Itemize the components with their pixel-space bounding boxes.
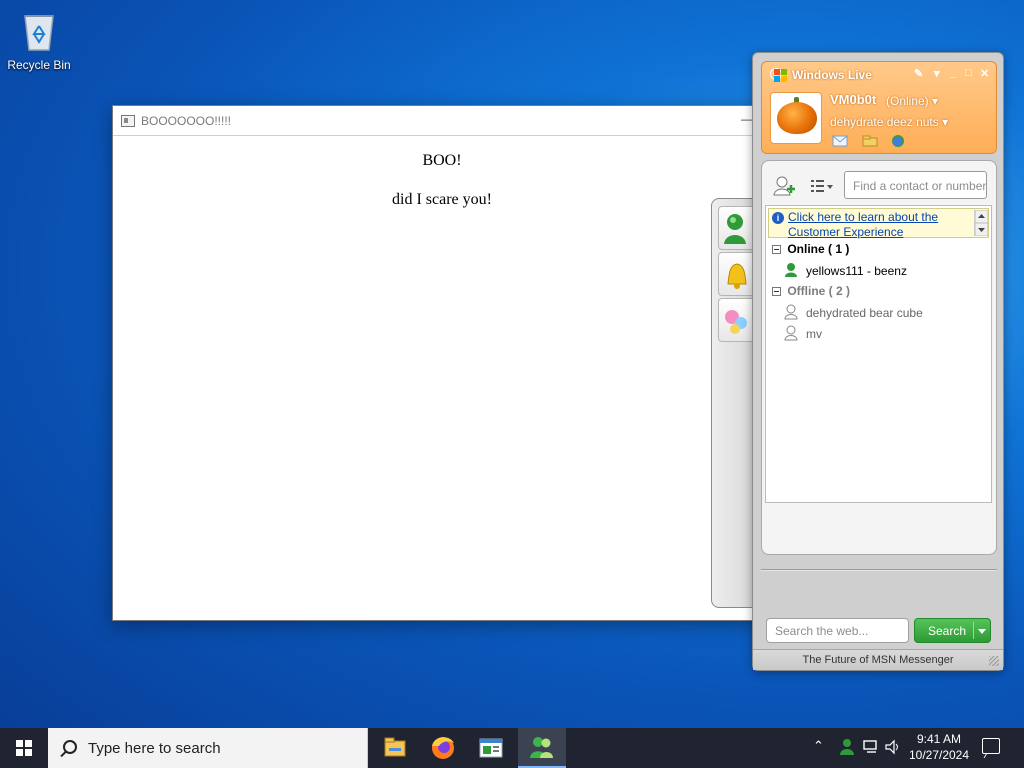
status-chevron-icon: ▾	[932, 94, 939, 108]
messenger-footer: The Future of MSN Messenger	[753, 649, 1003, 670]
contact-name: mv	[806, 327, 822, 341]
close-icon[interactable]: ✕	[980, 67, 989, 80]
web-search-input[interactable]: Search the web...	[766, 618, 909, 643]
clock-date: 10/27/2024	[908, 748, 970, 762]
scroll-arrows-icon	[974, 209, 989, 237]
boo-window-titlebar[interactable]: BOOOOOOO!!!!!	[113, 106, 771, 136]
recycle-bin-shortcut[interactable]: Recycle Bin	[6, 8, 72, 72]
customer-experience-banner[interactable]: i Click here to learn about the Customer…	[768, 208, 989, 240]
firefox-icon	[432, 737, 454, 759]
search-button-label: Search	[928, 624, 967, 638]
brand-title: Windows Live	[792, 68, 872, 82]
taskbar: Type here to search ⌃ 9:41 AM 10/27/2024	[0, 728, 1024, 768]
add-contact-icon[interactable]	[772, 175, 798, 197]
bell-icon	[727, 263, 747, 289]
recycle-bin-label: Recycle Bin	[7, 58, 71, 72]
clock-time: 9:41 AM	[916, 732, 962, 746]
status-dropdown[interactable]: (Online) ▾	[886, 94, 938, 108]
group-online-header[interactable]: Online ( 1 )	[772, 242, 849, 256]
options-chevron-icon[interactable]: ▾	[934, 67, 940, 80]
boo-message: did I scare you!	[392, 191, 492, 208]
collapse-group-icon[interactable]	[772, 287, 781, 296]
window-app-icon	[121, 114, 135, 127]
pumpkin-icon	[777, 102, 817, 134]
display-picture[interactable]	[770, 92, 822, 144]
search-icon	[63, 740, 77, 754]
username[interactable]: VM0b0t	[830, 92, 876, 107]
personal-message[interactable]: dehydrate deez nuts ▾	[830, 115, 948, 129]
group-offline-header[interactable]: Offline ( 2 )	[772, 284, 850, 298]
messenger-window[interactable]: ⊕ Windows Live ✎ ▾ _ □ ✕ VM0b0t (Online)…	[752, 52, 1004, 671]
folder-icon[interactable]	[862, 134, 878, 147]
messenger-tray-buddy-icon	[840, 739, 854, 755]
maximize-icon[interactable]: □	[965, 67, 972, 79]
find-contact-input[interactable]: Find a contact or number...	[844, 171, 987, 199]
offline-buddy-icon	[784, 304, 798, 320]
taskbar-document-app[interactable]	[467, 728, 515, 768]
status-label: (Online)	[886, 94, 929, 108]
document-window-icon	[479, 738, 503, 758]
contacts-tab[interactable]	[718, 206, 754, 250]
messenger-buddy-icon	[724, 214, 746, 244]
web-search-button[interactable]: Search	[914, 618, 991, 643]
customer-experience-link[interactable]: Click here to learn about the Customer E…	[788, 210, 966, 240]
volume-icon[interactable]	[884, 738, 902, 768]
windows-start-icon	[16, 740, 32, 756]
minimize-icon[interactable]: _	[950, 67, 956, 79]
start-button[interactable]	[0, 728, 48, 768]
folder-icon	[384, 737, 406, 757]
collapse-group-icon[interactable]	[772, 245, 781, 254]
offline-buddy-icon	[784, 325, 798, 341]
recycle-bin-icon	[19, 8, 59, 52]
contact-list: i Click here to learn about the Customer…	[765, 205, 992, 503]
banner-scroll-buttons[interactable]	[974, 209, 989, 237]
personal-message-label: dehydrate deez nuts	[830, 115, 939, 129]
taskbar-windows-live-messenger[interactable]	[518, 728, 566, 768]
group-offline-label: Offline ( 2 )	[787, 284, 851, 298]
games-tab[interactable]	[718, 298, 754, 342]
messenger-buddies-icon	[530, 737, 553, 758]
messenger-tray-icon[interactable]	[838, 736, 856, 768]
messenger-titlebar[interactable]: ⊕ Windows Live ✎ ▾ _ □ ✕	[770, 67, 990, 85]
messenger-header: ⊕ Windows Live ✎ ▾ _ □ ✕ VM0b0t (Online)…	[761, 61, 997, 154]
boo-window-title: BOOOOOOO!!!!!	[141, 113, 232, 128]
taskbar-search-placeholder: Type here to search	[88, 740, 221, 757]
system-clock[interactable]: 9:41 AM 10/27/2024	[904, 731, 974, 763]
boo-window[interactable]: BOOOOOOO!!!!! — BOO! did I scare you!	[112, 105, 772, 621]
taskbar-search-box[interactable]: Type here to search	[48, 728, 368, 768]
alerts-tab[interactable]	[718, 252, 754, 296]
spaces-icon[interactable]	[890, 134, 904, 147]
contact-name: dehydrated bear cube	[806, 306, 923, 320]
list-view-icon[interactable]	[809, 177, 835, 195]
header-action-icons	[832, 134, 912, 148]
messenger-side-tabs	[711, 198, 755, 608]
search-options-chevron-icon[interactable]	[978, 629, 986, 634]
divider	[761, 569, 997, 571]
info-icon: i	[772, 212, 784, 224]
resize-grip-icon[interactable]	[989, 656, 999, 666]
online-buddy-icon	[784, 262, 798, 278]
mail-icon[interactable]	[832, 134, 848, 147]
contact-name: yellows111 - beenz	[806, 264, 907, 278]
notification-center-icon[interactable]	[982, 738, 1000, 754]
network-icon[interactable]	[862, 738, 880, 768]
customize-icon[interactable]: ✎	[914, 67, 923, 80]
personal-message-chevron-icon: ▾	[942, 115, 949, 129]
games-icon	[725, 310, 747, 334]
search-button-separator	[973, 622, 974, 639]
windows-logo-icon	[774, 69, 788, 83]
boo-heading: BOO!	[422, 152, 462, 169]
taskbar-firefox[interactable]	[419, 728, 467, 768]
contact-list-panel: Find a contact or number... i Click here…	[761, 160, 997, 555]
show-hidden-icons-chevron-icon[interactable]: ⌃	[813, 738, 833, 768]
taskbar-file-explorer[interactable]	[371, 728, 419, 768]
boo-page-content: BOO! did I scare you!	[113, 136, 771, 620]
group-online-label: Online ( 1 )	[787, 242, 850, 256]
